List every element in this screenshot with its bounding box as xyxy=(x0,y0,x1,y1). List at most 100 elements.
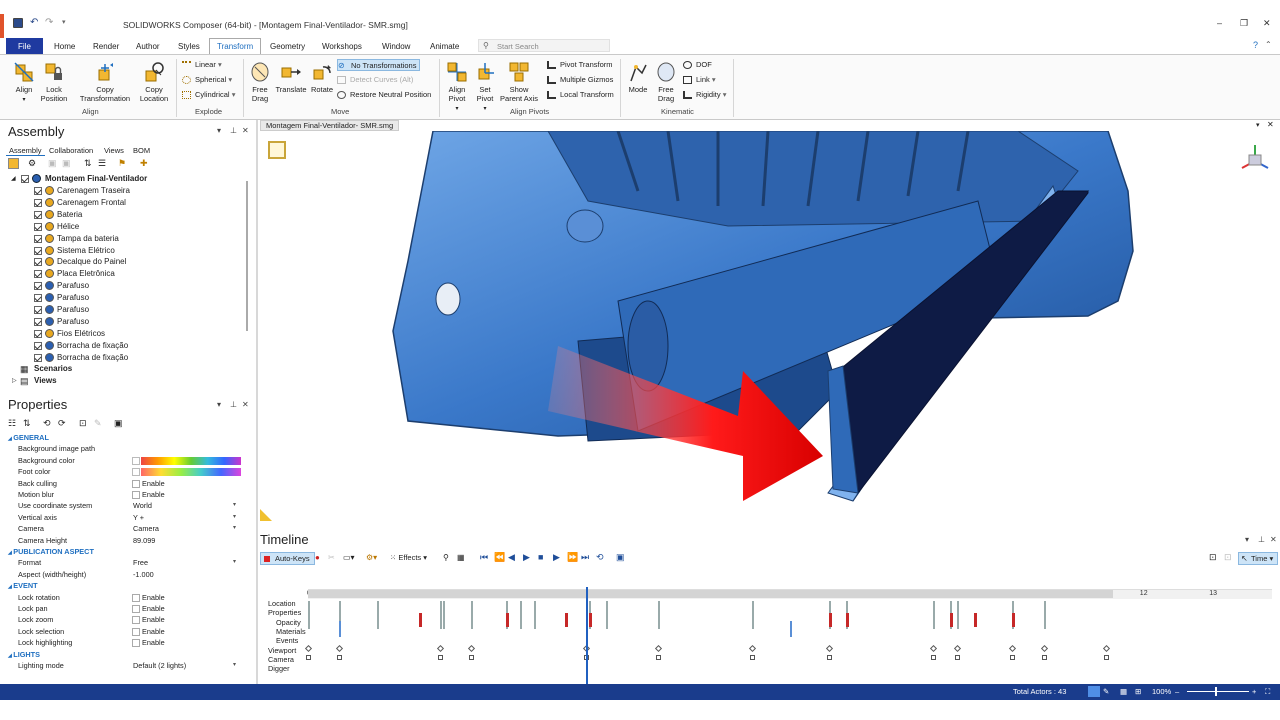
property-section[interactable]: ◢ PUBLICATION ASPECT xyxy=(8,546,94,557)
fit-icon[interactable]: ⊡ xyxy=(1209,552,1217,563)
color-swatch[interactable] xyxy=(141,468,241,477)
visibility-checkbox[interactable] xyxy=(34,294,42,303)
property-value[interactable]: Default (2 lights) xyxy=(133,660,186,671)
tab-author[interactable]: Author xyxy=(130,40,166,54)
property-value[interactable]: World xyxy=(133,500,152,511)
close-window-button[interactable]: ✕ xyxy=(1263,18,1271,29)
pivot-transform-button[interactable]: Pivot Transform xyxy=(547,59,613,71)
document-menu-icon[interactable]: ▾ xyxy=(1256,121,1260,129)
filter-icon[interactable]: ⚙ xyxy=(28,158,36,169)
viewport-key[interactable] xyxy=(953,644,961,653)
tab-render[interactable]: Render xyxy=(87,40,125,54)
step-back-icon[interactable]: ◀ xyxy=(508,552,515,563)
viewport-key[interactable] xyxy=(749,644,757,653)
rigidity-button[interactable]: Rigidity ▾ xyxy=(683,89,726,101)
selection-mode-icon[interactable]: ✎ xyxy=(1103,687,1109,696)
location-key[interactable] xyxy=(443,601,446,629)
pin-icon[interactable]: ⊥ xyxy=(1258,535,1265,544)
tab-styles[interactable]: Styles xyxy=(172,40,206,54)
visibility-checkbox[interactable] xyxy=(34,353,42,362)
dropdown-arrow-icon[interactable]: ▾ xyxy=(233,660,236,671)
step-forward-icon[interactable]: ▶ xyxy=(553,552,560,563)
search-input[interactable]: ⚲ Start Search xyxy=(478,39,610,52)
tab-bom[interactable]: BOM xyxy=(133,146,150,155)
orientation-triad-icon[interactable] xyxy=(1238,141,1272,175)
property-section[interactable]: ◢ EVENT xyxy=(8,580,38,591)
viewport-key[interactable] xyxy=(436,644,444,653)
visibility-checkbox[interactable] xyxy=(34,198,42,207)
loop-icon[interactable]: ⟲ xyxy=(596,552,604,563)
camera-key[interactable] xyxy=(954,655,960,660)
filter-keys-icon[interactable]: ⚙▾ xyxy=(366,553,377,562)
enable-checkbox[interactable] xyxy=(132,491,140,499)
location-key[interactable] xyxy=(1043,601,1046,629)
visibility-checkbox[interactable] xyxy=(34,317,42,326)
property-value[interactable]: Y + xyxy=(133,512,144,523)
location-key[interactable] xyxy=(519,601,522,629)
location-key[interactable] xyxy=(308,601,310,629)
property-value[interactable]: Free xyxy=(133,557,148,568)
kinematic-free-drag-button[interactable]: Free Drag xyxy=(653,61,679,103)
pin-icon[interactable]: ⊥ xyxy=(230,400,237,409)
color-swatch[interactable] xyxy=(141,456,241,465)
location-key[interactable] xyxy=(752,601,755,629)
enable-checkbox[interactable] xyxy=(132,639,140,648)
opacity-key[interactable] xyxy=(828,613,832,627)
restore-neutral-button[interactable]: Restore Neutral Position xyxy=(337,89,431,101)
enable-checkbox[interactable] xyxy=(132,593,140,602)
close-document-icon[interactable]: ✕ xyxy=(1267,120,1274,129)
categorized-icon[interactable]: ☷ xyxy=(8,418,16,429)
maximize-button[interactable]: ❐ xyxy=(1240,18,1248,29)
close-panel-icon[interactable]: ✕ xyxy=(242,400,249,409)
alphabetical-icon[interactable]: ⇅ xyxy=(23,418,31,429)
go-start-icon[interactable]: ⏮ xyxy=(480,552,488,563)
viewport-key[interactable] xyxy=(1103,644,1111,653)
redo-icon[interactable]: ↷ xyxy=(45,17,53,28)
visibility-checkbox[interactable] xyxy=(34,306,42,314)
save-icon[interactable] xyxy=(13,18,23,28)
location-key[interactable] xyxy=(439,601,442,629)
viewport-key[interactable] xyxy=(1040,644,1048,653)
opacity-key[interactable] xyxy=(845,613,849,627)
lock-position-button[interactable]: Lock Position xyxy=(38,61,70,103)
tab-geometry[interactable]: Geometry xyxy=(264,40,311,54)
viewport-key[interactable] xyxy=(929,644,937,653)
opacity-key[interactable] xyxy=(949,613,953,627)
viewport-key[interactable] xyxy=(1009,644,1017,653)
prev-key-icon[interactable]: ⏪ xyxy=(494,552,505,563)
cylindrical-explode-button[interactable]: Cylindrical ▾ xyxy=(182,89,235,101)
detect-curves-button[interactable]: Detect Curves (Alt) xyxy=(337,74,413,86)
zoom-in-icon[interactable]: + xyxy=(1252,687,1256,696)
view-mode-icon[interactable] xyxy=(268,141,286,159)
camera-key[interactable] xyxy=(656,655,662,660)
zoom-slider[interactable] xyxy=(1187,691,1249,692)
collapse-toggle-icon[interactable]: ◢ xyxy=(11,173,16,185)
go-end-icon[interactable]: ⏭ xyxy=(581,552,589,563)
stop-icon[interactable]: ■ xyxy=(538,552,543,562)
tab-assembly[interactable]: Assembly xyxy=(6,146,45,156)
zoom-slider-thumb[interactable] xyxy=(1215,687,1217,696)
copy-transformation-button[interactable]: Copy Transformation xyxy=(74,61,136,103)
play-icon[interactable]: ▶ xyxy=(523,552,530,563)
selection-set-icon[interactable]: ⚑ xyxy=(118,158,126,169)
table-icon[interactable]: ▦ xyxy=(457,553,465,562)
spherical-explode-button[interactable]: Spherical ▾ xyxy=(182,74,232,86)
property-value[interactable]: Camera xyxy=(133,523,159,534)
color-check[interactable] xyxy=(132,468,140,477)
ribbon-collapse-icon[interactable]: ⌃ xyxy=(1265,40,1272,49)
fit-screen-icon[interactable]: ⛶ xyxy=(1265,687,1270,697)
apply-icon[interactable]: ⟲ xyxy=(43,418,51,429)
visibility-checkbox[interactable] xyxy=(34,210,42,219)
panel-menu-icon[interactable]: ▾ xyxy=(217,400,221,409)
location-key[interactable] xyxy=(956,601,959,629)
panel-menu-icon[interactable]: ▾ xyxy=(1245,535,1249,544)
tab-views[interactable]: Views xyxy=(104,146,124,155)
enable-checkbox[interactable] xyxy=(132,605,140,613)
tab-window[interactable]: Window xyxy=(376,40,416,54)
camera-key[interactable] xyxy=(750,655,756,660)
no-transformations-button[interactable]: ⊘ No Transformations xyxy=(337,59,421,71)
expand-toggle-icon[interactable]: ▷ xyxy=(12,375,17,387)
property-section[interactable]: ◢ GENERAL xyxy=(8,432,49,443)
auto-keys-button[interactable]: Auto-Keys xyxy=(260,552,315,565)
location-key[interactable] xyxy=(377,601,380,629)
